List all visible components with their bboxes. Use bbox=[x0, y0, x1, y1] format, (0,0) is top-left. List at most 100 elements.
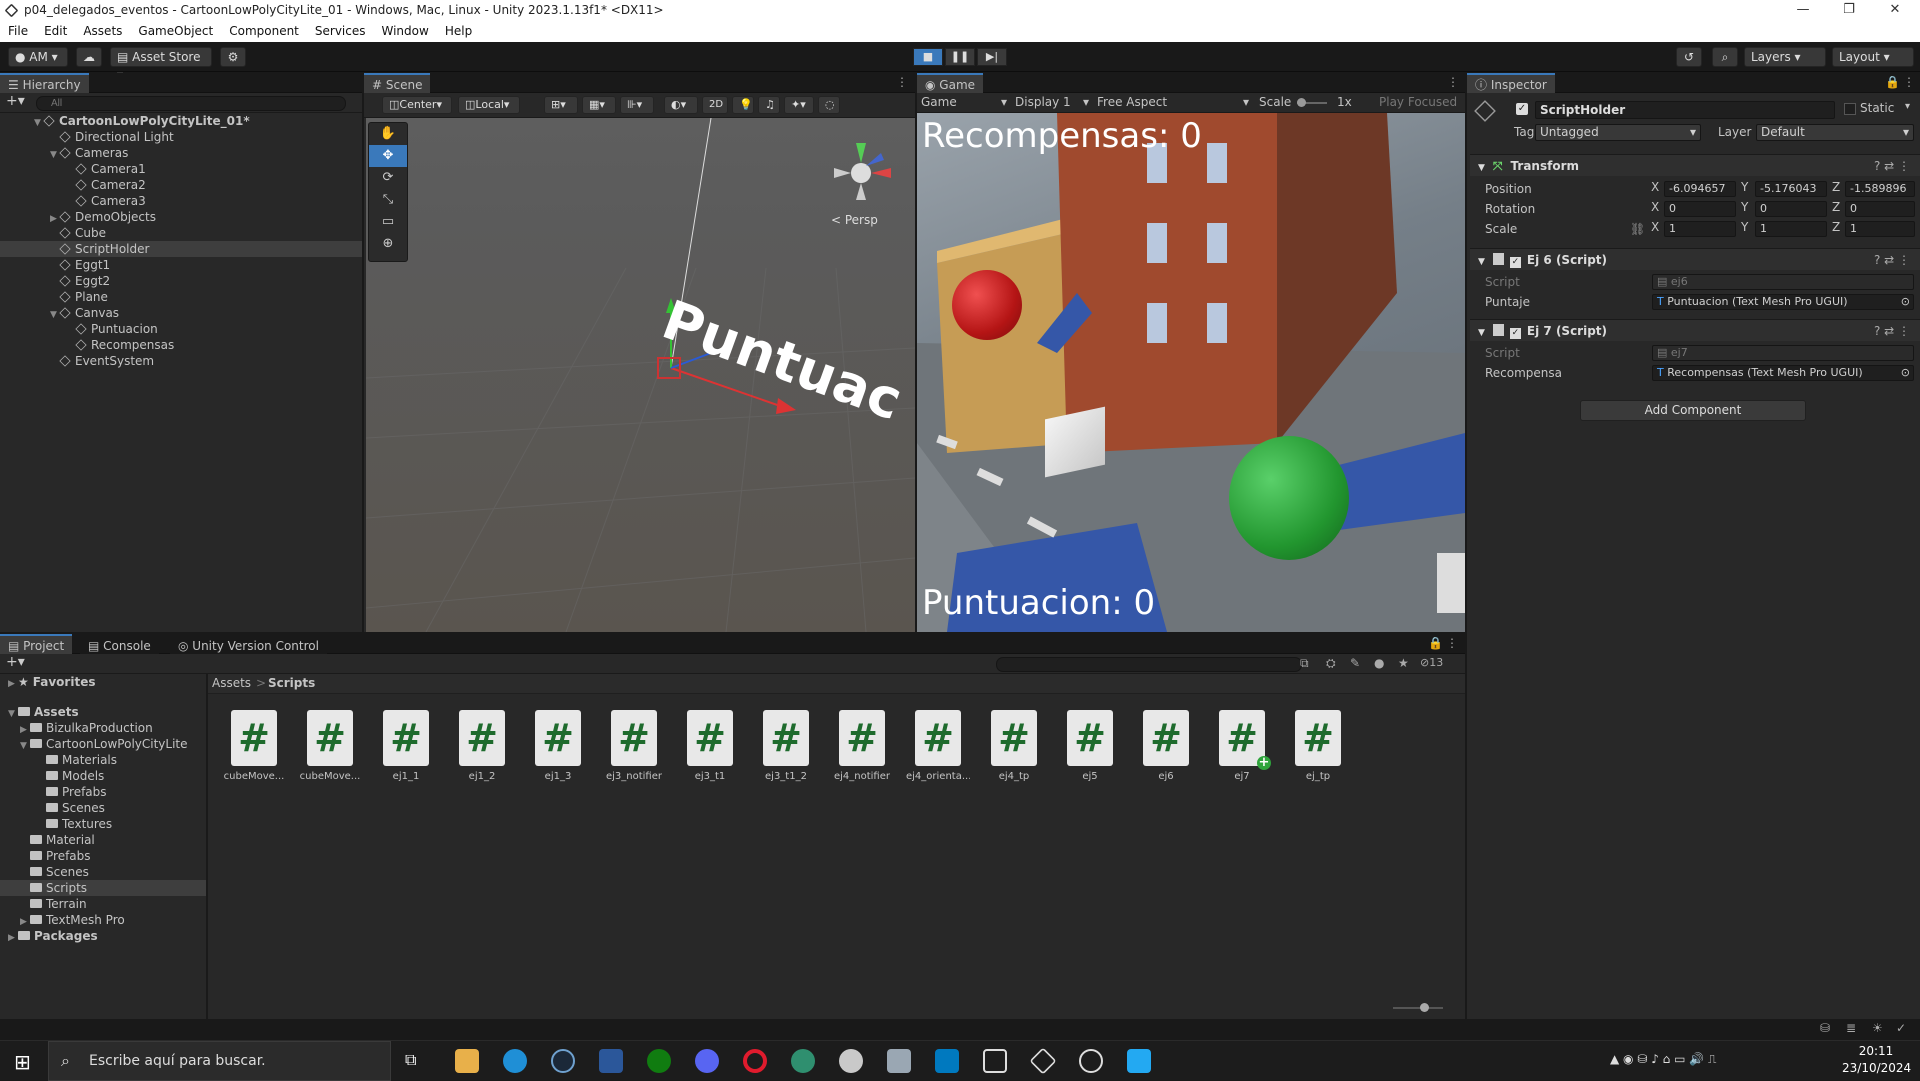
opera-icon[interactable] bbox=[743, 1049, 767, 1073]
stop-button[interactable]: ■ bbox=[913, 48, 943, 66]
project-folder-item[interactable]: Textures bbox=[0, 816, 206, 832]
hierarchy-item[interactable]: Puntuacion bbox=[0, 321, 362, 337]
favorite-star-icon[interactable]: ★ bbox=[1398, 656, 1409, 670]
breadcrumb-scripts[interactable]: Scripts bbox=[268, 676, 315, 690]
add-component-button[interactable]: Add Component bbox=[1580, 400, 1806, 421]
tab-scene[interactable]: # Scene bbox=[364, 73, 431, 93]
aspect-dropdown[interactable]: Free Aspect ▾ bbox=[1097, 95, 1249, 109]
menu-edit[interactable]: Edit bbox=[36, 22, 75, 38]
icon-size-slider[interactable] bbox=[1393, 1007, 1443, 1009]
status-light-icon[interactable]: ☀ bbox=[1872, 1021, 1883, 1035]
project-folder-item[interactable]: Terrain bbox=[0, 896, 206, 912]
scene-viewport[interactable]: Puntuac ✋ ✥ ⟳ ⤡ ▭ ⊕ < Persp bbox=[366, 118, 915, 632]
position-z-field[interactable]: -1.589896 bbox=[1845, 181, 1915, 197]
discord-icon[interactable] bbox=[695, 1049, 719, 1073]
script-asset[interactable]: # ej3_t1_2 bbox=[754, 710, 818, 782]
scene-gizmo-icon[interactable] bbox=[826, 138, 896, 208]
grid-icon[interactable]: ▦▾ bbox=[582, 96, 616, 114]
script-asset[interactable]: # cubeMove... bbox=[222, 710, 286, 782]
active-checkbox[interactable]: ✓ bbox=[1516, 103, 1528, 115]
hierarchy-item[interactable]: EventSystem bbox=[0, 353, 362, 369]
add-object-button[interactable]: +▾ bbox=[6, 93, 25, 109]
project-folder-item[interactable]: ▼ CartoonLowPolyCityLite bbox=[0, 736, 206, 752]
cloud-icon[interactable]: ☁ bbox=[76, 47, 102, 67]
hierarchy-item[interactable]: Plane bbox=[0, 289, 362, 305]
ej7-header[interactable]: ▼ ✓ Ej 7 (Script)? ⇄ ⋮ bbox=[1470, 319, 1920, 341]
rotation-z-field[interactable]: 0 bbox=[1845, 201, 1915, 217]
tab-inspector[interactable]: ⓘ Inspector bbox=[1467, 73, 1555, 93]
script-asset[interactable]: # ej_tp bbox=[1286, 710, 1350, 782]
script-asset[interactable]: # ej4_orienta... bbox=[906, 710, 970, 782]
script-asset[interactable]: # ej3_t1 bbox=[678, 710, 742, 782]
menu-services[interactable]: Services bbox=[307, 22, 374, 38]
scene-visibility-icon[interactable]: ◌ bbox=[818, 96, 840, 114]
layer-dropdown[interactable]: Default ▾ bbox=[1756, 124, 1914, 141]
game-menu-icon[interactable]: ⋮ bbox=[1447, 75, 1459, 89]
hierarchy-item[interactable]: Eggt2 bbox=[0, 273, 362, 289]
status-check-icon[interactable]: ✓ bbox=[1896, 1021, 1906, 1035]
toggle-2d-button[interactable]: 2D bbox=[702, 96, 728, 114]
hierarchy-item[interactable]: ▼ Canvas bbox=[0, 305, 362, 321]
tab-version-control[interactable]: ◎ Unity Version Control bbox=[170, 634, 327, 654]
display-dropdown[interactable]: Display 1 ▾ bbox=[1015, 95, 1089, 109]
grid-snap-icon[interactable]: ⊞▾ bbox=[544, 96, 578, 114]
space-local-dropdown[interactable]: ◫Local▾ bbox=[458, 96, 520, 114]
pause-button[interactable]: ❚❚ bbox=[945, 48, 975, 66]
search-by-type-icon[interactable]: ⧉ bbox=[1300, 656, 1309, 671]
object-name-field[interactable]: ScriptHolder bbox=[1535, 101, 1835, 119]
hidden-packages-toggle[interactable]: ⊘13 bbox=[1420, 656, 1443, 669]
rotation-y-field[interactable]: 0 bbox=[1755, 201, 1827, 217]
menu-help[interactable]: Help bbox=[437, 22, 480, 38]
tab-project[interactable]: ▤ Project bbox=[0, 634, 73, 654]
position-x-field[interactable]: -6.094657 bbox=[1664, 181, 1736, 197]
hierarchy-item[interactable]: Camera1 bbox=[0, 161, 362, 177]
constrain-link-icon[interactable]: ⛓ bbox=[1630, 220, 1645, 238]
vscode-icon[interactable] bbox=[1127, 1049, 1151, 1073]
close-button[interactable]: ✕ bbox=[1872, 0, 1918, 22]
app-icon[interactable] bbox=[839, 1049, 863, 1073]
hierarchy-search-input[interactable] bbox=[36, 96, 346, 111]
expand-arrow-icon[interactable]: ▶ bbox=[20, 914, 30, 930]
object-picker-icon[interactable]: ⊙ bbox=[1901, 366, 1910, 380]
perspective-label[interactable]: < Persp bbox=[831, 213, 878, 227]
scale-tool-icon[interactable]: ⤡ bbox=[369, 189, 407, 211]
script-asset[interactable]: # cubeMove... bbox=[298, 710, 362, 782]
transform-header[interactable]: ▼ ⤧ Transform? ⇄ ⋮ bbox=[1470, 154, 1920, 176]
game-view-dropdown[interactable]: Game ▾ bbox=[921, 95, 1007, 109]
scale-slider-handle[interactable] bbox=[1297, 98, 1306, 107]
steam-icon[interactable] bbox=[551, 1049, 575, 1073]
windows-start-icon[interactable]: ⊞ bbox=[14, 1050, 31, 1074]
xbox-icon[interactable] bbox=[647, 1049, 671, 1073]
tab-console[interactable]: ▤ Console bbox=[80, 634, 159, 654]
script-asset[interactable]: # + ej7 bbox=[1210, 710, 1274, 782]
script-asset[interactable]: # ej3_notifier bbox=[602, 710, 666, 782]
hierarchy-item[interactable]: ▶ DemoObjects bbox=[0, 209, 362, 225]
asset-store-button[interactable]: ▤ Asset Store ▾ bbox=[110, 47, 212, 82]
tray-icons[interactable]: ▲ ◉ ⛁ ♪ ⌂ ▭ 🔊 ⎍ bbox=[1610, 1052, 1716, 1067]
project-search-input[interactable] bbox=[996, 657, 1302, 672]
increment-snap-icon[interactable]: ⊪▾ bbox=[620, 96, 654, 114]
tab-hierarchy[interactable]: ☰ Hierarchy bbox=[0, 73, 89, 93]
favorites-row[interactable]: ▶ ★ Favorites bbox=[0, 674, 206, 690]
scale-x-field[interactable]: 1 bbox=[1664, 221, 1736, 237]
packages-row[interactable]: ▶ Packages bbox=[0, 928, 206, 944]
menu-gameobject[interactable]: GameObject bbox=[130, 22, 221, 38]
ej6-puntaje-field[interactable]: T Puntuacion (Text Mesh Pro UGUI) ⊙ bbox=[1652, 294, 1914, 310]
step-button[interactable]: ▶| bbox=[977, 48, 1007, 66]
hierarchy-item[interactable]: Recompensas bbox=[0, 337, 362, 353]
status-cache-icon[interactable]: ⛁ bbox=[1820, 1021, 1830, 1035]
draw-mode-icon[interactable]: ◐▾ bbox=[664, 96, 698, 114]
icon-size-slider-handle[interactable] bbox=[1420, 1003, 1429, 1012]
game-viewport[interactable]: Recompensas: 0 Puntuacion: 0 bbox=[917, 113, 1465, 632]
project-folder-item[interactable]: Scripts bbox=[0, 880, 206, 896]
project-folder-item[interactable]: Models bbox=[0, 768, 206, 784]
project-folder-item[interactable]: Material bbox=[0, 832, 206, 848]
settings-gear-icon[interactable]: ⚙ bbox=[220, 47, 246, 67]
account-button[interactable]: ● AM ▾ bbox=[8, 47, 68, 67]
unity-icon[interactable] bbox=[1029, 1047, 1057, 1075]
status-layers-icon[interactable]: ≣ bbox=[1846, 1021, 1856, 1035]
file-explorer-icon[interactable] bbox=[455, 1049, 479, 1073]
ej7-enabled-checkbox[interactable]: ✓ bbox=[1509, 328, 1521, 339]
audio-icon[interactable]: ♫ bbox=[758, 96, 780, 114]
project-folder-item[interactable]: Scenes bbox=[0, 864, 206, 880]
